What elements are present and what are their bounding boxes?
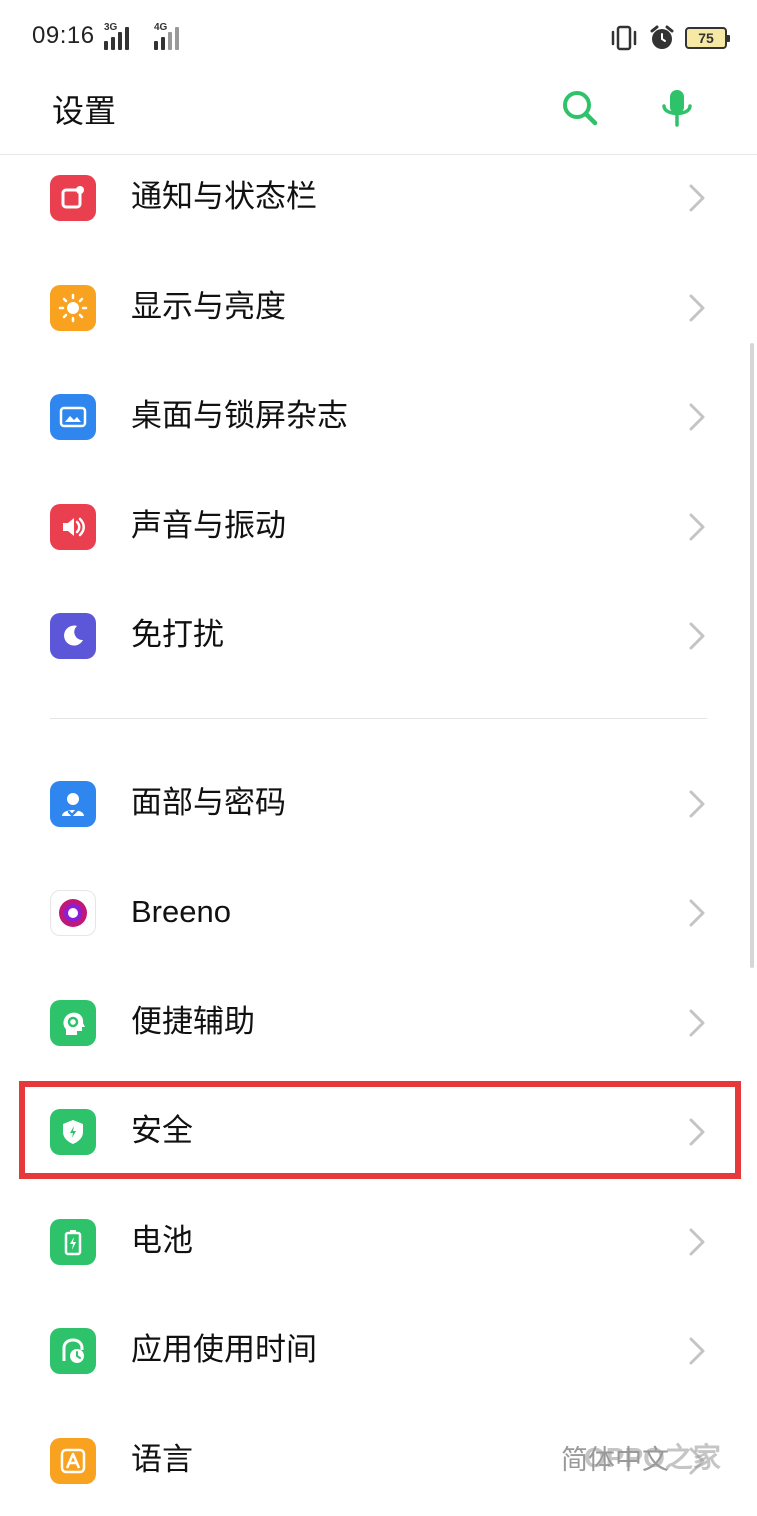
settings-item-face-password[interactable]: 面部与密码 bbox=[0, 749, 757, 859]
language-a-icon bbox=[50, 1438, 96, 1484]
watermark: OPPO之家 bbox=[584, 1442, 721, 1473]
settings-item-label: 安全 bbox=[131, 1113, 193, 1149]
settings-item-label: 应用使用时间 bbox=[131, 1332, 317, 1368]
status-bar: 09:16 3G 4G 75 bbox=[0, 0, 757, 74]
usage-clock-icon bbox=[50, 1328, 96, 1374]
wallpaper-icon bbox=[50, 394, 96, 440]
battery-level: 75 bbox=[698, 30, 714, 46]
status-icons: 75 bbox=[609, 22, 730, 54]
chevron-right-icon bbox=[689, 513, 705, 541]
microphone-icon[interactable] bbox=[655, 86, 699, 130]
sound-icon bbox=[50, 504, 96, 550]
vibrate-icon bbox=[611, 25, 637, 51]
chevron-right-icon bbox=[689, 899, 705, 927]
brightness-icon bbox=[50, 285, 96, 331]
settings-item-notifications[interactable]: 通知与状态栏 bbox=[0, 143, 757, 253]
settings-item-label: 电池 bbox=[131, 1223, 193, 1259]
page-title: 设置 bbox=[52, 92, 117, 130]
chevron-right-icon bbox=[689, 622, 705, 650]
battery-icon bbox=[50, 1219, 96, 1265]
settings-item-label: 声音与振动 bbox=[131, 508, 286, 544]
settings-item-security[interactable]: 安全 bbox=[0, 1077, 757, 1187]
settings-item-label: 通知与状态栏 bbox=[131, 179, 317, 215]
chevron-right-icon bbox=[689, 790, 705, 818]
settings-item-battery[interactable]: 电池 bbox=[0, 1187, 757, 1297]
settings-item-label: 免打扰 bbox=[131, 617, 224, 653]
settings-item-display[interactable]: 显示与亮度 bbox=[0, 253, 757, 363]
chevron-right-icon bbox=[689, 1228, 705, 1256]
assist-head-icon bbox=[50, 1000, 96, 1046]
settings-item-label: 语言 bbox=[131, 1442, 193, 1478]
settings-item-label: 桌面与锁屏杂志 bbox=[131, 398, 348, 434]
signal-3g-icon: 3G bbox=[104, 22, 138, 50]
chevron-right-icon bbox=[689, 184, 705, 212]
settings-item-convenience-assist[interactable]: 便捷辅助 bbox=[0, 968, 757, 1078]
settings-item-do-not-disturb[interactable]: 免打扰 bbox=[0, 581, 757, 691]
settings-item-label: 面部与密码 bbox=[131, 785, 286, 821]
notification-icon bbox=[50, 175, 96, 221]
moon-icon bbox=[50, 613, 96, 659]
face-user-icon bbox=[50, 781, 96, 827]
chevron-right-icon bbox=[689, 1118, 705, 1146]
settings-item-breeno[interactable]: Breeno bbox=[0, 858, 757, 968]
status-time: 09:16 bbox=[32, 22, 95, 49]
network-type-label: 4G bbox=[154, 22, 168, 33]
chevron-right-icon bbox=[689, 1337, 705, 1365]
alarm-icon bbox=[650, 25, 674, 49]
battery-indicator: 75 bbox=[685, 27, 730, 49]
shield-icon bbox=[50, 1109, 96, 1155]
chevron-right-icon bbox=[689, 403, 705, 431]
settings-item-app-usage-time[interactable]: 应用使用时间 bbox=[0, 1296, 757, 1406]
section-divider bbox=[50, 718, 707, 719]
settings-item-wallpaper[interactable]: 桌面与锁屏杂志 bbox=[0, 362, 757, 472]
scrollbar[interactable] bbox=[750, 343, 754, 968]
network-type-label: 3G bbox=[104, 22, 118, 33]
chevron-right-icon bbox=[689, 1009, 705, 1037]
breeno-icon bbox=[50, 890, 96, 936]
settings-item-label: Breeno bbox=[131, 894, 231, 929]
settings-item-label: 便捷辅助 bbox=[131, 1004, 255, 1040]
settings-item-label: 显示与亮度 bbox=[131, 289, 286, 325]
signal-4g-icon: 4G bbox=[146, 22, 180, 50]
chevron-right-icon bbox=[689, 294, 705, 322]
search-icon[interactable] bbox=[558, 86, 602, 130]
settings-item-sound[interactable]: 声音与振动 bbox=[0, 472, 757, 582]
